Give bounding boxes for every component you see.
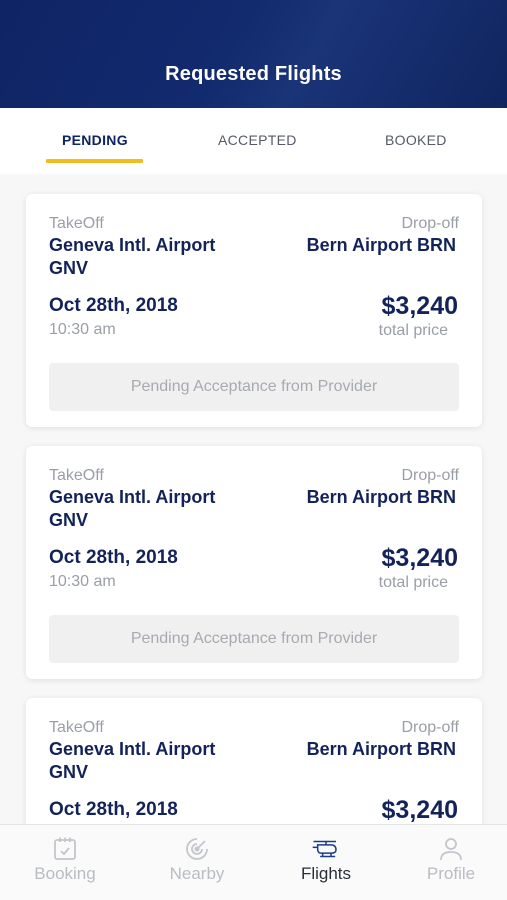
active-tab-indicator — [46, 159, 143, 163]
nav-flights[interactable]: Flights — [263, 825, 389, 900]
takeoff-airport-code: GNV — [49, 510, 89, 530]
dropoff-label: Drop-off — [401, 215, 459, 232]
flight-price: $3,240 — [381, 292, 458, 320]
takeoff-airport-name: Geneva Intl. Airport — [49, 739, 216, 759]
takeoff-airport-name: Geneva Intl. Airport — [49, 235, 216, 255]
flight-date: Oct 28th, 2018 — [49, 547, 178, 568]
flight-date: Oct 28th, 2018 — [49, 295, 178, 316]
price-label: total price — [378, 574, 448, 591]
radar-icon — [182, 834, 212, 864]
person-icon — [436, 834, 466, 864]
tab-pending[interactable]: PENDING — [62, 132, 128, 148]
flight-card[interactable]: TakeOff Geneva Intl. Airport GNV Drop-of… — [26, 194, 482, 427]
nav-nearby-label: Nearby — [169, 864, 225, 883]
takeoff-airport-code: GNV — [49, 258, 89, 278]
flight-time: 10:30 am — [49, 321, 116, 338]
takeoff-airport: Geneva Intl. Airport GNV — [49, 738, 215, 784]
app-header: Requested Flights — [0, 0, 507, 108]
takeoff-airport: Geneva Intl. Airport GNV — [49, 234, 215, 280]
dropoff-airport: Bern Airport BRN — [306, 739, 456, 759]
flight-price: $3,240 — [381, 544, 458, 572]
dropoff-airport: Bern Airport BRN — [306, 487, 456, 507]
dropoff-airport: Bern Airport BRN — [306, 235, 456, 255]
page-title: Requested Flights — [165, 63, 342, 85]
takeoff-airport-name: Geneva Intl. Airport — [49, 487, 216, 507]
calendar-icon — [50, 834, 80, 864]
flight-time: 10:30 am — [49, 573, 116, 590]
nav-profile[interactable]: Profile — [388, 825, 507, 900]
nav-profile-label: Profile — [426, 864, 476, 883]
takeoff-airport: Geneva Intl. Airport GNV — [49, 486, 215, 532]
flight-date: Oct 28th, 2018 — [49, 799, 178, 820]
flight-card[interactable]: TakeOff Geneva Intl. Airport GNV Drop-of… — [26, 446, 482, 679]
helicopter-icon — [311, 834, 341, 864]
tab-accepted[interactable]: ACCEPTED — [218, 132, 297, 148]
takeoff-label: TakeOff — [49, 215, 104, 232]
tab-booked[interactable]: BOOKED — [385, 132, 447, 148]
nav-booking-label: Booking — [34, 864, 96, 883]
nav-booking[interactable]: Booking — [2, 825, 128, 900]
bottom-nav: Booking Nearby Flights Profile — [0, 824, 507, 900]
flight-price: $3,240 — [381, 796, 458, 824]
status-bar: Pending Acceptance from Provider — [49, 615, 459, 663]
nav-flights-label: Flights — [300, 864, 352, 883]
takeoff-label: TakeOff — [49, 467, 104, 484]
takeoff-label: TakeOff — [49, 719, 104, 736]
dropoff-label: Drop-off — [401, 719, 459, 736]
tab-bar: PENDING ACCEPTED BOOKED — [0, 108, 507, 174]
price-label: total price — [378, 322, 448, 339]
status-bar: Pending Acceptance from Provider — [49, 363, 459, 411]
takeoff-airport-code: GNV — [49, 762, 89, 782]
dropoff-label: Drop-off — [401, 467, 459, 484]
nav-nearby[interactable]: Nearby — [134, 825, 260, 900]
